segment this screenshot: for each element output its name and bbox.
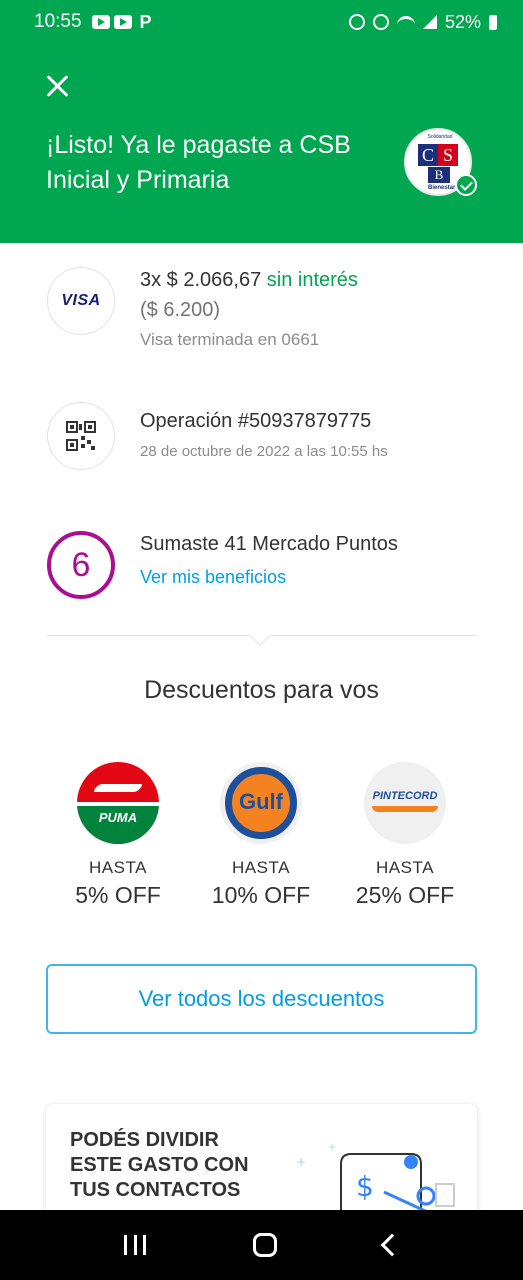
- qr-svg: [66, 421, 96, 451]
- alarm-icon: [348, 14, 365, 30]
- card-detail: Visa terminada en 0661: [140, 330, 320, 349]
- see-all-discounts-button[interactable]: Ver todos los descuentos: [46, 964, 477, 1034]
- discount-label: HASTA: [232, 858, 290, 877]
- page-title: ¡Listo! Ya le pagaste a CSB Inicial y Pr…: [46, 131, 351, 194]
- discount-value: 10% OFF: [211, 882, 311, 908]
- interest-label: sin interés: [266, 269, 358, 291]
- status-right: 52%: [348, 11, 497, 33]
- gulf-wordmark: Gulf: [239, 789, 283, 814]
- svg-text:+: +: [328, 1142, 336, 1153]
- benefits-link[interactable]: Ver mis beneficios: [140, 567, 286, 588]
- pintecord-wordmark: PINTECORD: [372, 790, 438, 802]
- merchant-logo-tagline: Solidaridad: [427, 134, 453, 140]
- operation-date: 28 de octubre de 2022 a las 10:55 hs: [140, 443, 388, 460]
- discount-card-gulf[interactable]: Gulf HASTA 10% OFF: [206, 762, 316, 909]
- home-icon[interactable]: [252, 1233, 277, 1257]
- battery-percent: 52%: [444, 11, 481, 32]
- status-bar: 10:55 P 52%: [0, 0, 523, 44]
- mute-icon: [372, 14, 389, 30]
- qr-code-icon: [47, 402, 115, 470]
- discount-label: HASTA: [376, 858, 434, 877]
- operation-number: Operación #50937879775: [140, 410, 372, 432]
- discount-value: 5% OFF: [75, 882, 161, 908]
- installments: 3x $ 2.066,67: [140, 269, 262, 291]
- puma-wordmark: PUMA: [98, 810, 138, 825]
- youtube-icon: [91, 15, 110, 29]
- check-icon: [455, 174, 477, 196]
- pintecord-swoosh: [372, 806, 438, 812]
- discount-value: 25% OFF: [355, 882, 455, 908]
- card-brand: VISA: [61, 292, 101, 309]
- discount-label: HASTA: [89, 858, 147, 877]
- success-header: ¡Listo! Ya le pagaste a CSB Inicial y Pr…: [0, 44, 523, 243]
- battery-icon: [489, 14, 497, 30]
- divider-notch: [250, 626, 270, 646]
- android-nav-bar: [0, 1210, 523, 1280]
- wifi-icon: [396, 16, 415, 28]
- pintecord-logo: PINTECORD: [364, 762, 446, 844]
- pago-icon: P: [139, 11, 152, 32]
- points-level-badge: 6: [47, 531, 115, 599]
- merchant-logo-footer: Bienestar: [428, 185, 456, 191]
- recents-icon[interactable]: [123, 1235, 146, 1255]
- split-expense-text: PODÉS DIVIDIR ESTE GASTO CON TUS CONTACT…: [70, 1129, 249, 1201]
- puma-cat-icon: [93, 784, 143, 792]
- merchant-logo-b: B: [428, 167, 450, 183]
- discounts-title: Descuentos para vos: [144, 676, 379, 704]
- status-time: 10:55: [34, 11, 82, 32]
- puma-logo: PUMA: [77, 762, 159, 844]
- close-icon[interactable]: [46, 74, 70, 98]
- signal-icon: [422, 15, 437, 29]
- discount-card-pintecord[interactable]: PINTECORD HASTA 25% OFF: [350, 762, 460, 909]
- merchant-logo-c: C: [418, 144, 438, 166]
- visa-icon: VISA: [47, 267, 115, 335]
- payment-total: ($ 6.200): [140, 299, 221, 321]
- dollar-icon: $: [356, 1170, 374, 1203]
- points-earned: Sumaste 41 Mercado Puntos: [140, 533, 398, 555]
- payment-installments-line: 3x $ 2.066,67 sin interés: [140, 269, 358, 292]
- merchant-logo-s: S: [438, 144, 458, 166]
- svg-text:+: +: [296, 1155, 306, 1169]
- discount-card-puma[interactable]: PUMA HASTA 5% OFF: [63, 762, 173, 909]
- youtube-icon: [113, 15, 132, 29]
- back-icon[interactable]: [380, 1233, 403, 1257]
- gulf-logo: Gulf: [220, 762, 302, 844]
